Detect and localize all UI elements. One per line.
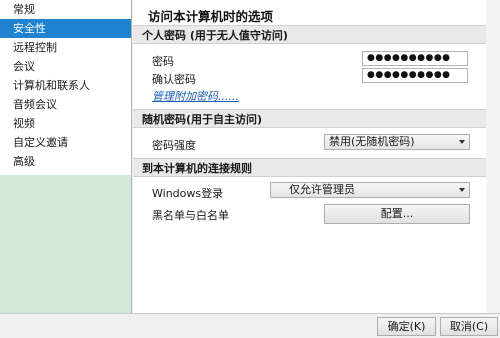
sidebar-list: 常规 安全性 远程控制 会议 计算机和联系人 音频会议 视频 自定义邀请 高级 <box>0 0 131 175</box>
chevron-down-icon <box>459 140 465 144</box>
cancel-button[interactable]: 取消(C) <box>440 317 498 336</box>
password-strength-dropdown[interactable]: 禁用(无随机密码) <box>324 134 470 150</box>
section-header-random-password: 随机密码(用于自主访问) <box>133 109 500 128</box>
confirm-password-field[interactable]: ●●●●●●●●●● <box>362 68 468 83</box>
confirm-password-label: 确认密码 <box>152 73 196 86</box>
sidebar-item-custom-invitation[interactable]: 自定义邀请 <box>0 133 131 152</box>
password-label: 密码 <box>152 55 174 68</box>
dialog-footer: 确定(K) 取消(C) <box>0 313 500 338</box>
password-strength-value: 禁用(无随机密码) <box>329 135 415 148</box>
windows-login-dropdown[interactable]: 仅允许管理员 <box>270 182 470 198</box>
sidebar-item-remote-control[interactable]: 远程控制 <box>0 38 131 57</box>
sidebar: 常规 安全性 远程控制 会议 计算机和联系人 音频会议 视频 自定义邀请 高级 <box>0 0 132 313</box>
sidebar-item-meeting[interactable]: 会议 <box>0 57 131 76</box>
scrollbar[interactable] <box>486 0 500 313</box>
page-title: 访问本计算机时的选项 <box>148 9 274 24</box>
sidebar-item-advanced[interactable]: 高级 <box>0 152 131 171</box>
blacklist-whitelist-label: 黑名单与白名单 <box>152 209 229 222</box>
password-strength-label: 密码强度 <box>152 139 196 152</box>
password-field[interactable]: ●●●●●●●●●● <box>362 51 468 66</box>
sidebar-item-general[interactable]: 常规 <box>0 0 131 19</box>
sidebar-item-video[interactable]: 视频 <box>0 114 131 133</box>
windows-login-label: Windows登录 <box>152 187 224 200</box>
manage-additional-passwords-link[interactable]: 管理附加密码...... <box>152 88 239 104</box>
settings-panel: 访问本计算机时的选项 个人密码 (用于无人值守访问) 密码 ●●●●●●●●●●… <box>133 0 500 313</box>
section-header-connection-rules: 到本计算机的连接规则 <box>133 158 500 177</box>
configure-button[interactable]: 配置... <box>324 204 470 224</box>
ok-button[interactable]: 确定(K) <box>377 317 436 336</box>
section-header-personal-password: 个人密码 (用于无人值守访问) <box>133 25 500 44</box>
sidebar-item-security[interactable]: 安全性 <box>0 19 131 38</box>
windows-login-value: 仅允许管理员 <box>289 183 355 196</box>
chevron-down-icon <box>459 188 465 192</box>
sidebar-item-audio-conference[interactable]: 音频会议 <box>0 95 131 114</box>
sidebar-item-computers-contacts[interactable]: 计算机和联系人 <box>0 76 131 95</box>
